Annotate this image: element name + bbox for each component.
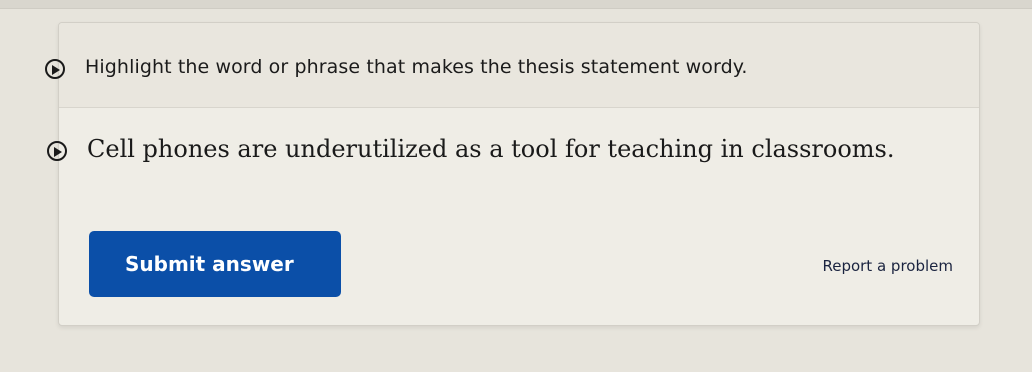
- thesis-sentence[interactable]: Cell phones are underutilized as a tool …: [87, 135, 895, 163]
- instruction-bar: Highlight the word or phrase that makes …: [45, 23, 979, 108]
- play-triangle-icon: [54, 147, 62, 157]
- top-bar: [0, 0, 1032, 9]
- question-card: Highlight the word or phrase that makes …: [45, 22, 980, 326]
- play-triangle-icon: [52, 65, 60, 75]
- instruction-text: Highlight the word or phrase that makes …: [85, 56, 748, 78]
- submit-answer-button[interactable]: Submit answer: [89, 231, 341, 297]
- report-problem-link[interactable]: Report a problem: [822, 257, 953, 275]
- instruction-audio-play-icon[interactable]: [45, 59, 65, 79]
- sentence-audio-play-icon[interactable]: [47, 141, 67, 161]
